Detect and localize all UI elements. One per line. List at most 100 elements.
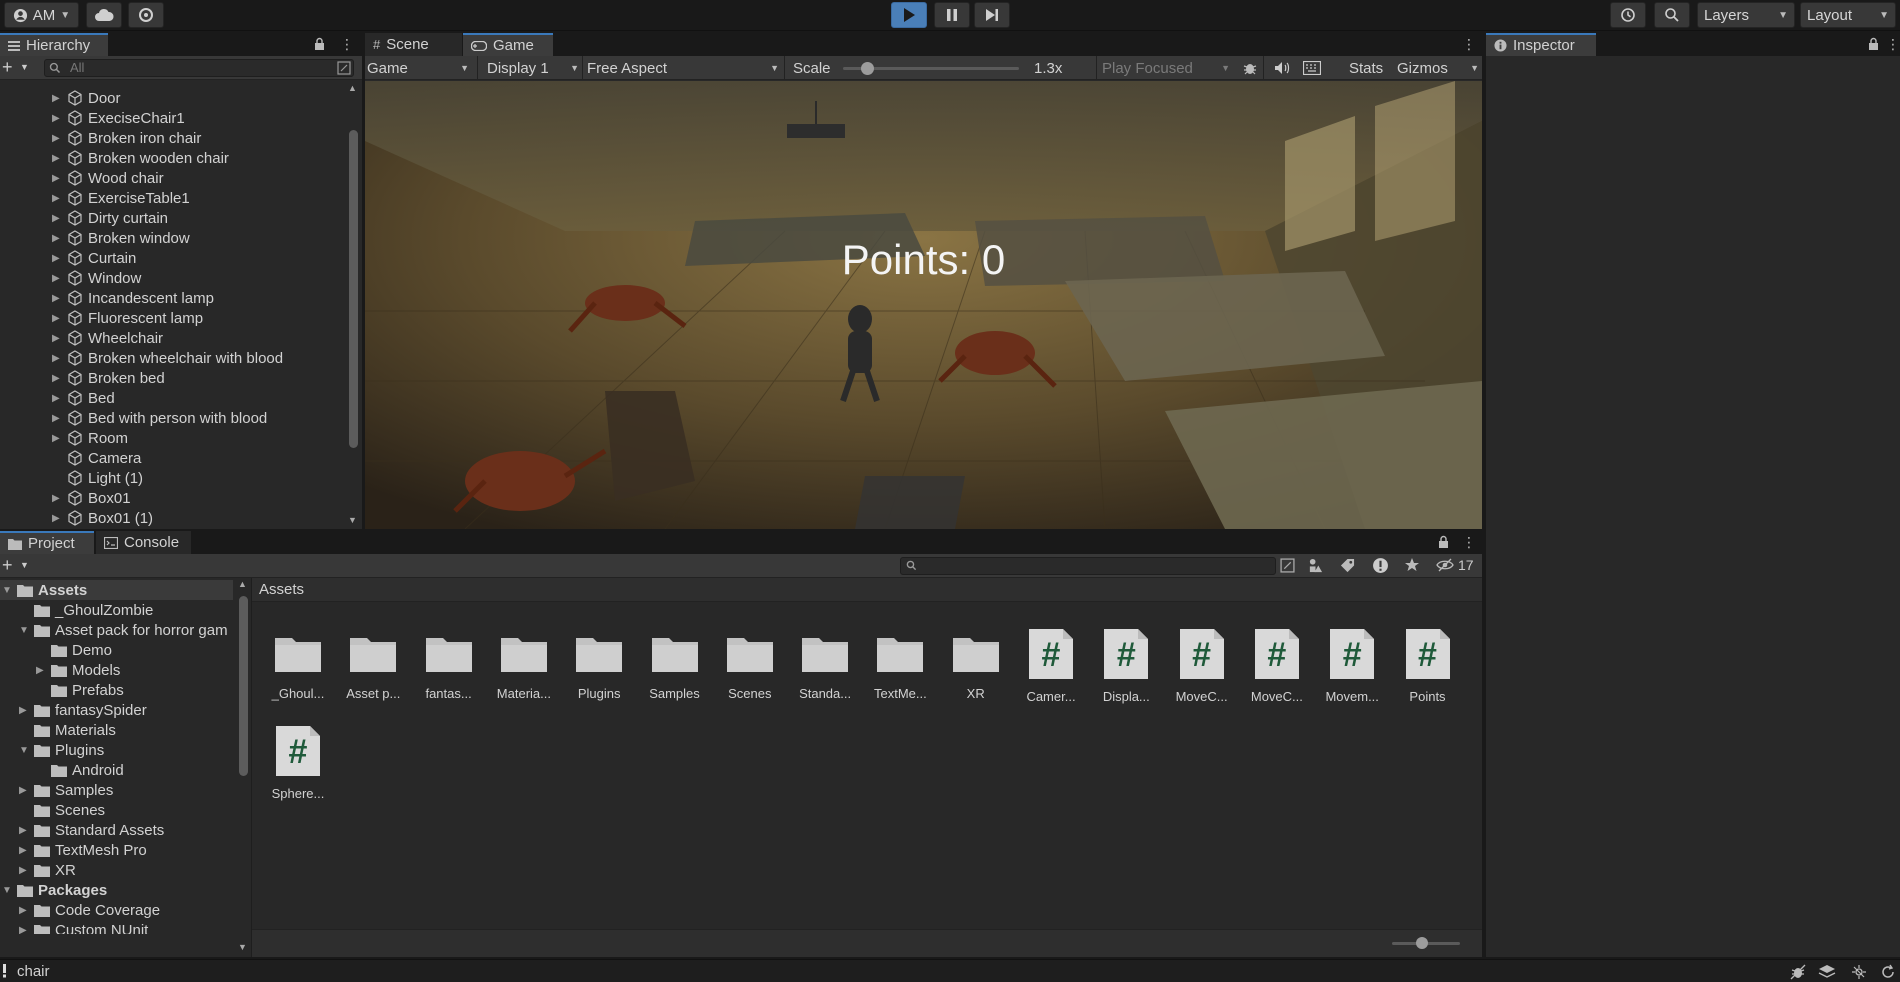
more-options-icon[interactable]: ⋮ <box>340 36 354 53</box>
hierarchy-item[interactable]: ▶ Dirty curtain <box>52 208 168 228</box>
collapse-arrow-icon[interactable]: ▼ <box>2 585 16 596</box>
folder-tree-item[interactable]: ▶ TextMesh Pro <box>19 840 147 860</box>
folder-tree-item[interactable]: ▼ Plugins <box>19 740 104 760</box>
expand-arrow-icon[interactable]: ▶ <box>52 273 66 284</box>
search-options-icon[interactable] <box>1280 558 1295 573</box>
layers-stack-icon[interactable] <box>1818 964 1836 980</box>
scroll-down-icon[interactable]: ▼ <box>238 942 247 952</box>
scrollbar-thumb[interactable] <box>239 596 248 776</box>
favorites-star-icon[interactable] <box>1404 557 1420 573</box>
asset-folder[interactable]: Samples <box>640 628 710 701</box>
expand-arrow-icon[interactable]: ▶ <box>52 213 66 224</box>
hierarchy-item[interactable]: Light (1) <box>52 468 143 488</box>
asset-folder[interactable]: Plugins <box>564 628 634 701</box>
hierarchy-item[interactable]: ▶ Bed with person with blood <box>52 408 267 428</box>
warning-filter-icon[interactable] <box>1372 557 1389 574</box>
collapse-arrow-icon[interactable]: ▼ <box>19 745 33 756</box>
asset-script[interactable]: # Camer... <box>1016 628 1086 704</box>
refresh-icon[interactable] <box>1880 964 1896 980</box>
account-dropdown[interactable]: AM ▼ <box>4 2 79 28</box>
filter-by-type-icon[interactable] <box>1308 558 1323 573</box>
play-button[interactable] <box>891 2 927 28</box>
expand-arrow-icon[interactable]: ▶ <box>19 705 33 716</box>
expand-arrow-icon[interactable]: ▶ <box>52 193 66 204</box>
folder-tree-item[interactable]: Prefabs <box>36 680 124 700</box>
view-mode-dropdown[interactable]: Game ▼ <box>367 56 473 80</box>
folder-tree-item[interactable]: ▶ fantasySpider <box>19 700 147 720</box>
expand-arrow-icon[interactable]: ▶ <box>19 865 33 876</box>
expand-arrow-icon[interactable]: ▶ <box>52 393 66 404</box>
icon-size-slider-handle[interactable] <box>1416 937 1428 949</box>
hierarchy-item[interactable]: ▶ Broken window <box>52 228 190 248</box>
scroll-down-icon[interactable]: ▼ <box>348 515 357 525</box>
icon-size-slider[interactable] <box>1392 937 1460 949</box>
asset-folder[interactable]: Standa... <box>790 628 860 701</box>
folder-tree-item[interactable]: Materials <box>19 720 116 740</box>
folder-tree-item[interactable]: ▶ Samples <box>19 780 113 800</box>
keyboard-icon[interactable] <box>1303 56 1321 80</box>
tab-game[interactable]: Game <box>463 33 553 56</box>
hierarchy-item[interactable]: ▶ Room <box>52 428 128 448</box>
asset-folder[interactable]: XR <box>941 628 1011 701</box>
asset-folder[interactable]: TextMe... <box>865 628 935 701</box>
scroll-up-icon[interactable]: ▲ <box>348 83 357 93</box>
hierarchy-item[interactable]: ▶ Door <box>52 88 121 108</box>
hierarchy-item[interactable]: ▶ Broken iron chair <box>52 128 201 148</box>
folder-tree-item[interactable]: ▼ Assets <box>0 580 233 600</box>
hierarchy-item[interactable]: Camera <box>52 448 141 468</box>
expand-arrow-icon[interactable]: ▶ <box>19 845 33 856</box>
folder-tree-item[interactable]: ▶ XR <box>19 860 76 880</box>
expand-arrow-icon[interactable]: ▶ <box>19 925 33 935</box>
audio-icon[interactable] <box>1274 56 1290 80</box>
expand-arrow-icon[interactable]: ▶ <box>52 493 66 504</box>
asset-folder[interactable]: Materia... <box>489 628 559 701</box>
expand-arrow-icon[interactable]: ▶ <box>52 433 66 444</box>
more-options-icon[interactable]: ⋮ <box>1462 534 1476 551</box>
expand-arrow-icon[interactable]: ▶ <box>52 93 66 104</box>
expand-arrow-icon[interactable]: ▶ <box>19 825 33 836</box>
hierarchy-item[interactable]: ▶ Incandescent lamp <box>52 288 214 308</box>
collab-button[interactable] <box>128 2 164 28</box>
hierarchy-item[interactable]: ▶ Bed <box>52 388 115 408</box>
expand-arrow-icon[interactable]: ▶ <box>52 133 66 144</box>
asset-script[interactable]: # MoveC... <box>1167 628 1237 704</box>
expand-arrow-icon[interactable]: ▶ <box>52 333 66 344</box>
expand-arrow-icon[interactable]: ▶ <box>19 905 33 916</box>
play-mode-dropdown[interactable]: Play Focused ▼ <box>1102 56 1230 80</box>
expand-arrow-icon[interactable]: ▶ <box>52 293 66 304</box>
add-icon[interactable]: + <box>2 57 13 78</box>
tab-inspector[interactable]: Inspector <box>1486 33 1596 56</box>
expand-arrow-icon[interactable]: ▶ <box>52 233 66 244</box>
breadcrumb[interactable]: Assets <box>259 581 304 598</box>
chevron-down-icon[interactable]: ▼ <box>20 62 29 72</box>
more-options-icon[interactable]: ⋮ <box>1462 36 1476 53</box>
expand-arrow-icon[interactable]: ▶ <box>52 313 66 324</box>
folder-tree-item[interactable]: Android <box>36 760 124 780</box>
expand-arrow-icon[interactable]: ▶ <box>36 665 50 676</box>
hierarchy-item[interactable]: ▶ Broken wheelchair with blood <box>52 348 283 368</box>
cloud-button[interactable] <box>86 2 122 28</box>
expand-arrow-icon[interactable]: ▶ <box>52 253 66 264</box>
expand-arrow-icon[interactable]: ▶ <box>52 373 66 384</box>
tab-project[interactable]: Project <box>0 531 94 554</box>
collapse-arrow-icon[interactable]: ▼ <box>2 885 16 896</box>
bug-icon[interactable] <box>1790 964 1806 980</box>
expand-arrow-icon[interactable]: ▶ <box>19 785 33 796</box>
search-button[interactable] <box>1654 2 1690 28</box>
hierarchy-item[interactable]: ▶ Wood chair <box>52 168 164 188</box>
lock-icon[interactable] <box>314 37 325 50</box>
hierarchy-item[interactable]: ▶ Wheelchair <box>52 328 163 348</box>
hidden-packages-icon[interactable] <box>1436 558 1454 572</box>
folder-tree-item[interactable]: ▶ Models <box>36 660 120 680</box>
hierarchy-item[interactable]: ▶ Curtain <box>52 248 136 268</box>
expand-arrow-icon[interactable]: ▶ <box>52 413 66 424</box>
game-viewport[interactable]: Points: 0 <box>365 81 1482 529</box>
asset-folder[interactable]: _Ghoul... <box>263 628 333 701</box>
expand-arrow-icon[interactable]: ▶ <box>52 113 66 124</box>
layout-dropdown[interactable]: Layout ▼ <box>1800 2 1896 28</box>
hierarchy-item[interactable]: ▶ ExeciseChair1 <box>52 108 185 128</box>
tab-scene[interactable]: # Scene <box>365 33 462 56</box>
more-options-icon[interactable]: ⋮ <box>1886 36 1900 53</box>
expand-arrow-icon[interactable]: ▶ <box>52 173 66 184</box>
project-search-input[interactable] <box>900 557 1276 575</box>
